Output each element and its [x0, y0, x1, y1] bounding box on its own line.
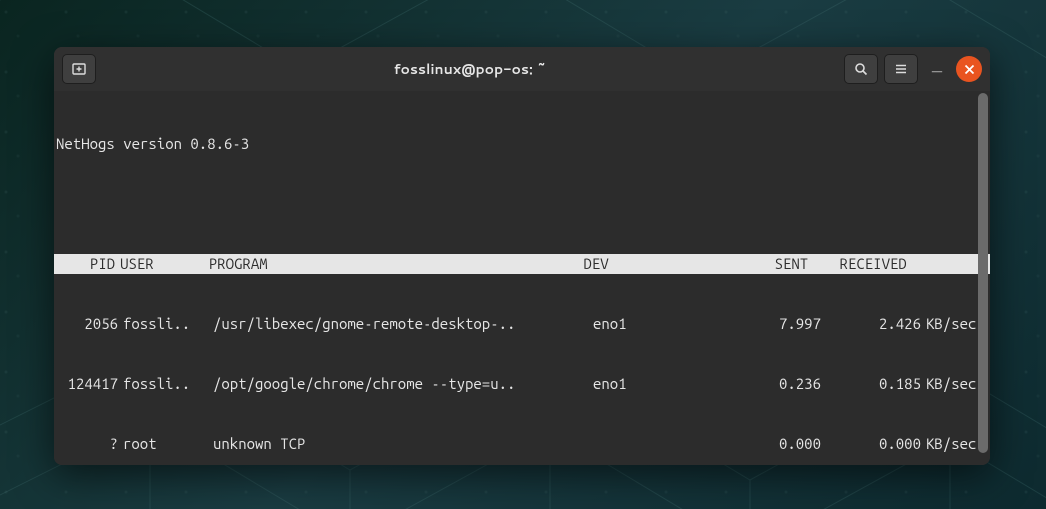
version-line: NetHogs version 0.8.6-3 — [54, 134, 990, 154]
terminal-window: fosslinux@pop-os: ~ _ NetHogs version 0.… — [54, 47, 990, 465]
window-title: fosslinux@pop-os: ~ — [102, 59, 838, 79]
table-row: ?rootunknown TCP0.0000.000KB/sec — [54, 434, 990, 454]
minimize-button[interactable]: _ — [924, 56, 950, 82]
header-pid: PID — [54, 254, 120, 274]
header-program: PROGRAM — [209, 254, 584, 274]
table-row: 2056fossli../usr/libexec/gnome-remote-de… — [54, 314, 990, 334]
menu-button[interactable] — [884, 54, 918, 84]
new-tab-button[interactable] — [62, 54, 96, 84]
search-button[interactable] — [844, 54, 878, 84]
table-row: 124417fossli../opt/google/chrome/chrome … — [54, 374, 990, 394]
header-sent: SENT — [702, 254, 808, 274]
header-user: USER — [120, 254, 209, 274]
header-dev: DEV — [583, 254, 701, 274]
terminal-content: NetHogs version 0.8.6-3 PIDUSERPROGRAMDE… — [54, 94, 990, 465]
table-header-row: PIDUSERPROGRAMDEVSENTRECEIVED — [54, 254, 990, 274]
titlebar[interactable]: fosslinux@pop-os: ~ _ — [54, 47, 990, 91]
close-button[interactable] — [956, 56, 982, 82]
header-received: RECEIVED — [808, 254, 907, 274]
terminal-body[interactable]: NetHogs version 0.8.6-3 PIDUSERPROGRAMDE… — [54, 91, 990, 465]
scrollbar-thumb[interactable] — [978, 93, 988, 453]
